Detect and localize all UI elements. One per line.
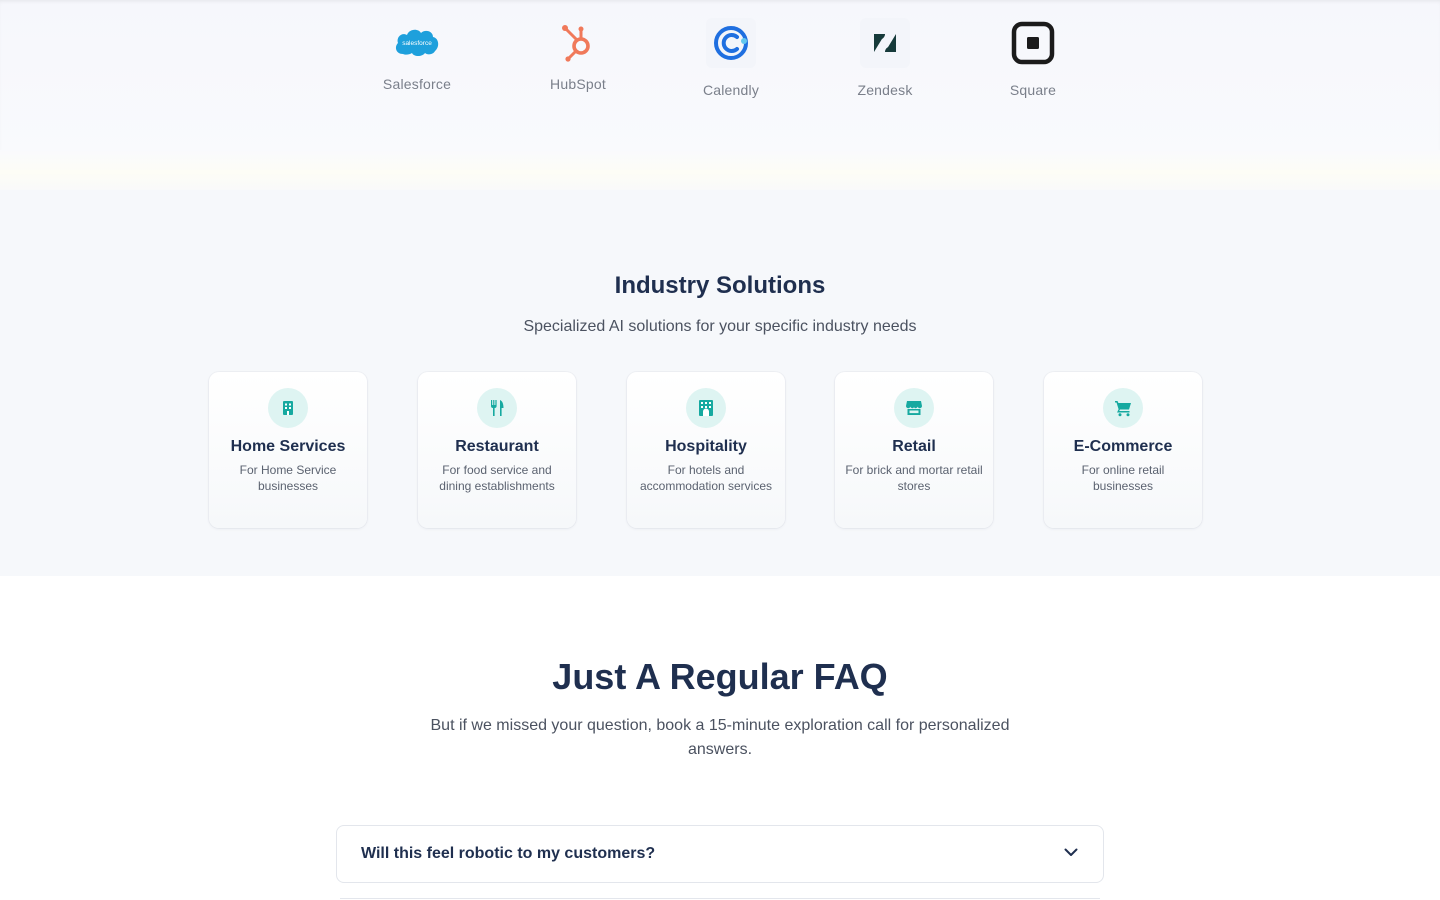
integration-label: HubSpot bbox=[550, 76, 606, 92]
integration-label: Square bbox=[1009, 82, 1057, 98]
card-description: For brick and mortar retail stores bbox=[845, 463, 983, 493]
industry-card-retail[interactable]: Retail For brick and mortar retail store… bbox=[835, 372, 993, 528]
industry-solutions-section: Industry Solutions Specialized AI soluti… bbox=[0, 190, 1440, 576]
hotel-icon bbox=[686, 388, 726, 428]
square-icon bbox=[1011, 18, 1055, 68]
industry-card-home-services[interactable]: Home Services For Home Service businesse… bbox=[209, 372, 367, 528]
industry-card-ecommerce[interactable]: E-Commerce For online retail businesses bbox=[1044, 372, 1202, 528]
page: salesforce Salesforce HubSpot Calendly Z… bbox=[0, 0, 1440, 900]
faq-title: Just A Regular FAQ bbox=[552, 656, 888, 697]
salesforce-cloud-icon: salesforce bbox=[393, 18, 441, 68]
card-description: For Home Service businesses bbox=[239, 463, 337, 493]
card-description: For hotels and accommodation services bbox=[639, 463, 773, 493]
faq-item[interactable]: Will this feel robotic to my customers? bbox=[336, 825, 1104, 883]
salesforce-logo-text: salesforce bbox=[402, 40, 432, 47]
integration-calendly[interactable]: Calendly bbox=[671, 18, 791, 98]
card-description: For food service and dining establishmen… bbox=[439, 463, 555, 493]
integration-label: Zendesk bbox=[857, 82, 913, 98]
integration-hubspot[interactable]: HubSpot bbox=[518, 18, 638, 92]
integrations-strip: salesforce Salesforce HubSpot Calendly Z… bbox=[0, 0, 1440, 160]
faq-subtitle: But if we missed your question, book a 1… bbox=[430, 717, 1010, 758]
card-title: Retail bbox=[892, 438, 936, 455]
integration-label: Calendly bbox=[702, 82, 760, 98]
card-description: For online retail businesses bbox=[1081, 463, 1165, 493]
card-title: Hospitality bbox=[665, 438, 747, 455]
chevron-down-icon[interactable] bbox=[1063, 844, 1079, 865]
industry-title: Industry Solutions bbox=[614, 272, 826, 299]
calendly-icon bbox=[706, 18, 756, 68]
integration-zendesk[interactable]: Zendesk bbox=[825, 18, 945, 98]
zendesk-icon bbox=[860, 18, 910, 68]
industry-card-restaurant[interactable]: Restaurant For food service and dining e… bbox=[418, 372, 576, 528]
integration-salesforce[interactable]: salesforce Salesforce bbox=[357, 18, 477, 92]
integration-label: Salesforce bbox=[382, 76, 452, 92]
hubspot-sprocket-icon bbox=[560, 18, 596, 68]
industry-subtitle: Specialized AI solutions for your specif… bbox=[523, 318, 917, 335]
industry-card-hospitality[interactable]: Hospitality For hotels and accommodation… bbox=[627, 372, 785, 528]
utensils-icon bbox=[477, 388, 517, 428]
card-title: Home Services bbox=[230, 438, 346, 455]
card-title: Restaurant bbox=[455, 438, 539, 455]
store-icon bbox=[894, 388, 934, 428]
integration-square[interactable]: Square bbox=[973, 18, 1093, 98]
building-icon bbox=[268, 388, 308, 428]
shopping-cart-icon bbox=[1103, 388, 1143, 428]
card-title: E-Commerce bbox=[1073, 438, 1173, 455]
faq-question: Will this feel robotic to my customers? bbox=[361, 845, 656, 862]
